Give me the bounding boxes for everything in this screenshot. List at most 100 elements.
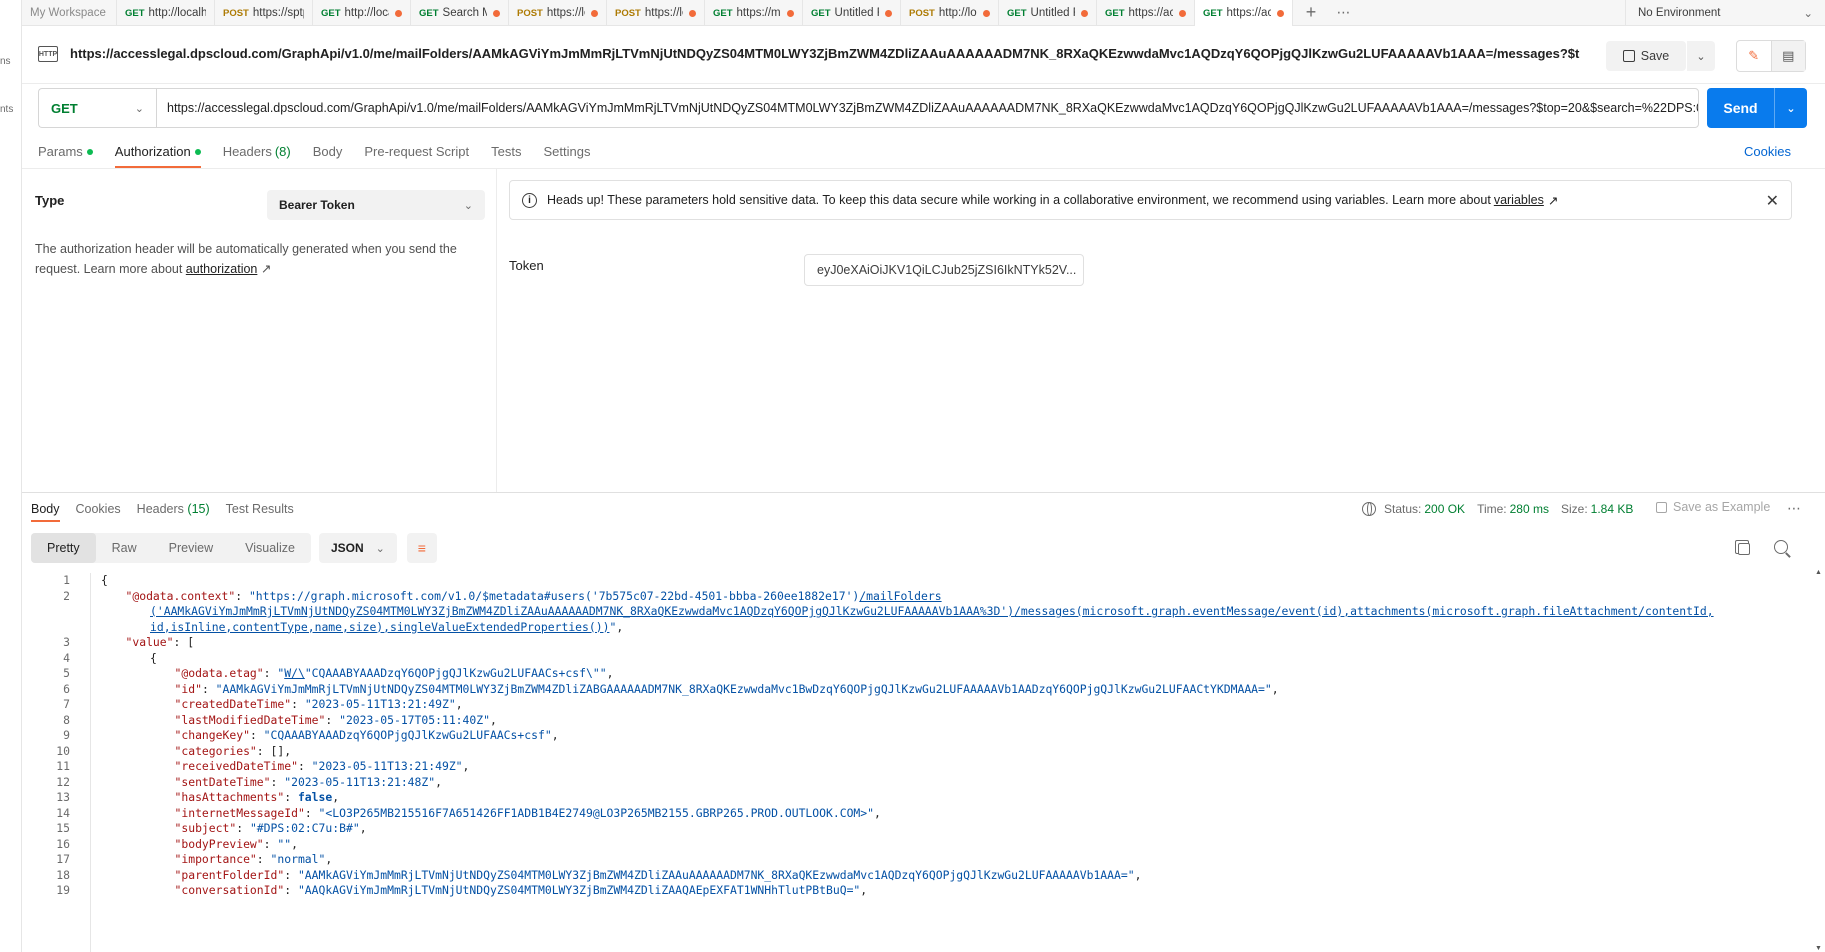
tab-headers[interactable]: Headers (8) xyxy=(223,140,291,166)
request-tab[interactable]: POSThttps://loc xyxy=(607,0,705,26)
view-pretty[interactable]: Pretty xyxy=(31,533,96,563)
line-number: 19 xyxy=(56,883,70,897)
json-punctuation: : xyxy=(291,697,305,711)
view-raw[interactable]: Raw xyxy=(96,533,153,563)
tab-method: POST xyxy=(223,7,249,19)
format-select[interactable]: JSON ⌄ xyxy=(318,533,397,563)
new-tab-button[interactable]: + xyxy=(1293,0,1329,25)
tab-test-results[interactable]: Test Results xyxy=(226,502,294,522)
code-link[interactable]: /mailFolders xyxy=(859,589,941,603)
auth-type-select[interactable]: Bearer Token ⌄ xyxy=(267,190,485,220)
tab-more-button[interactable]: ⋯ xyxy=(1329,0,1359,25)
request-title[interactable]: https://accesslegal.dpscloud.com/GraphAp… xyxy=(70,46,1580,61)
view-visualize[interactable]: Visualize xyxy=(229,533,311,563)
request-tab[interactable]: GETSearch Mat xyxy=(411,0,509,26)
cookies-link[interactable]: Cookies xyxy=(1744,144,1791,159)
auth-type-label: Type xyxy=(35,193,65,208)
code-scrollbar[interactable]: ▲ ▼ xyxy=(1813,569,1823,952)
http-icon: HTTP xyxy=(38,46,58,62)
panel-divider[interactable] xyxy=(22,492,1825,493)
scroll-down-icon[interactable]: ▼ xyxy=(1815,945,1822,952)
method-select[interactable]: GET ⌄ xyxy=(38,88,156,128)
time-value[interactable]: 280 ms xyxy=(1510,502,1549,516)
json-value: "<LO3P265MB215516F7A651426FF1ADB1B4E2749… xyxy=(318,805,875,820)
send-button[interactable]: Send ⌄ xyxy=(1707,88,1807,128)
line-number: 2 xyxy=(63,588,70,603)
documentation-mode-button[interactable]: ▤ xyxy=(1771,41,1805,71)
code-link[interactable]: W/\ xyxy=(284,666,305,680)
token-input[interactable]: eyJ0eXAiOiJKV1QiLCJub25jZSI6IkNTYk52V... xyxy=(804,254,1084,286)
sidebar-label[interactable]: nts xyxy=(0,104,13,115)
size-label: Size: xyxy=(1560,502,1588,516)
authorization-link[interactable]: authorization xyxy=(186,262,258,276)
request-tab[interactable]: GEThttps://acc xyxy=(1097,0,1195,26)
request-tab[interactable]: POSThttp://loca xyxy=(901,0,999,26)
json-key: "lastModifiedDateTime" xyxy=(174,712,326,727)
scroll-up-icon[interactable]: ▲ xyxy=(1815,569,1822,576)
variables-link[interactable]: variables xyxy=(1494,193,1544,207)
response-more-button[interactable]: ⋯ xyxy=(1787,500,1802,517)
code-link[interactable]: /messages(microsoft.graph.eventMessage/e… xyxy=(1014,604,1714,618)
request-tab[interactable]: GEThttp://localh xyxy=(313,0,411,26)
close-icon[interactable]: ✕ xyxy=(1766,191,1779,211)
wrap-lines-icon[interactable]: ≡ xyxy=(406,533,437,563)
tab-settings[interactable]: Settings xyxy=(543,140,590,166)
tab-prerequest-script[interactable]: Pre-request Script xyxy=(364,140,469,166)
search-icon[interactable] xyxy=(1774,540,1788,554)
size-value[interactable]: 1.84 KB xyxy=(1591,502,1634,516)
tab-params[interactable]: Params xyxy=(38,140,93,166)
url-input[interactable]: https://accesslegal.dpscloud.com/GraphAp… xyxy=(156,88,1699,128)
json-key: "hasAttachments" xyxy=(174,790,285,804)
request-tab[interactable]: GEThttps://acce xyxy=(1195,0,1293,26)
status-value[interactable]: 200 OK xyxy=(1424,502,1465,516)
unsaved-dot xyxy=(885,9,892,17)
tab-response-cookies[interactable]: Cookies xyxy=(76,502,121,522)
response-format-bar: Pretty Raw Preview Visualize JSON ⌄ ≡ xyxy=(31,533,437,563)
json-punctuation: , xyxy=(489,712,497,727)
code-line: "hasAttachments": false, xyxy=(175,790,340,804)
method-value: GET xyxy=(51,100,78,116)
response-body-code[interactable]: 1 {2 "@odata.context": "https://graph.micr… xyxy=(22,569,1810,952)
tab-authorization[interactable]: Authorization xyxy=(114,140,201,168)
code-link[interactable]: ('AAMkAGViYmJmMmRjLTVmNjUtNDQyZS04MTM0LW… xyxy=(150,604,1014,618)
save-dropdown-button[interactable]: ⌄ xyxy=(1687,41,1715,71)
auth-type-panel: Type Bearer Token ⌄ The authorization he… xyxy=(22,169,497,492)
globe-icon[interactable] xyxy=(1362,502,1376,516)
save-as-example-label: Save as Example xyxy=(1673,500,1771,514)
tab-method: GET xyxy=(1007,7,1027,19)
request-tab[interactable]: POSThttps://sptpr xyxy=(215,0,313,26)
line-number: 4 xyxy=(63,650,70,665)
request-tab[interactable]: GEThttps://man xyxy=(705,0,803,26)
copy-icon[interactable] xyxy=(1735,540,1750,555)
code-link[interactable]: id,isInline,contentType,name,size),singl… xyxy=(150,620,609,634)
chevron-down-icon[interactable]: ⌄ xyxy=(1775,88,1807,128)
request-tab[interactable]: GEThttp://localhos xyxy=(117,0,215,26)
request-tab[interactable]: GETUntitled Re xyxy=(999,0,1097,26)
save-as-example-button[interactable]: Save as Example xyxy=(1656,500,1770,514)
json-value: "2023-05-17T05:11:40Z" xyxy=(339,712,490,727)
tab-body[interactable]: Body xyxy=(313,140,343,166)
json-key: "bodyPreview" xyxy=(174,836,264,851)
tab-response-body[interactable]: Body xyxy=(31,502,60,522)
unsaved-dot xyxy=(689,9,696,17)
json-value: id,isInline,contentType,name,size),singl… xyxy=(150,620,609,634)
view-mode-toggle: ✎ ▤ xyxy=(1736,40,1806,72)
view-preview[interactable]: Preview xyxy=(153,533,229,563)
json-punctuation: : xyxy=(236,821,250,835)
tab-label: https://man xyxy=(736,7,781,19)
request-tab[interactable]: GETUntitled Requ xyxy=(803,0,901,26)
json-punctuation: : xyxy=(297,759,312,773)
environment-select[interactable]: No Environment ⌄ xyxy=(1625,0,1825,25)
request-title-row: HTTP https://accesslegal.dpscloud.com/Gr… xyxy=(22,26,1825,84)
tab-response-headers[interactable]: Headers (15) xyxy=(137,502,210,522)
request-tab[interactable]: My Workspace xyxy=(22,0,117,26)
line-number: 18 xyxy=(56,867,70,882)
code-line: id,isInline,contentType,name,size),singl… xyxy=(150,620,623,634)
tab-tests[interactable]: Tests xyxy=(491,140,521,166)
sidebar-label[interactable]: ns xyxy=(0,56,11,67)
edit-mode-button[interactable]: ✎ xyxy=(1737,41,1772,71)
save-button[interactable]: Save xyxy=(1606,41,1686,71)
request-tab[interactable]: POSThttps://loc xyxy=(509,0,607,26)
json-punctuation: { xyxy=(101,573,108,587)
sensitive-data-banner: i Heads up! These parameters hold sensit… xyxy=(509,180,1792,220)
